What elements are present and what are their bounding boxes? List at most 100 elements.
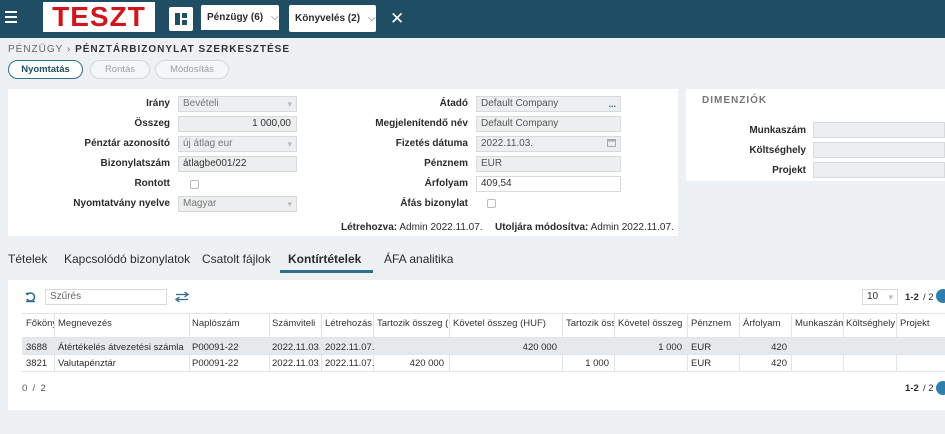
cell-penznem: EUR <box>691 358 712 369</box>
docnum-label: Bizonylatszám <box>100 158 170 169</box>
next-page-button-bottom[interactable] <box>936 381 945 395</box>
print-lang-label: Nyomtatvány nyelve <box>73 198 170 209</box>
breadcrumb-parent[interactable]: PÉNZÜGY <box>8 44 63 55</box>
direction-label: Irány <box>146 98 170 109</box>
col-koltseghely[interactable]: Költséghely <box>846 318 896 329</box>
next-page-button[interactable] <box>936 289 945 303</box>
modify-button[interactable]: Módosítás <box>155 60 229 79</box>
tab-afa[interactable]: ÁFA analitika <box>384 252 453 266</box>
modified-label: Utoljára módosítva: <box>495 222 589 233</box>
cashbox-value: új átlag eur <box>183 138 233 149</box>
voided-label: Rontott <box>134 178 170 189</box>
cell-tartozik-dev: 1 000 <box>585 358 609 369</box>
col-szamviteli[interactable]: Számviteli <box>272 318 320 329</box>
header-top-line <box>22 313 945 314</box>
print-button[interactable]: Nyomtatás <box>8 60 83 79</box>
calendar-icon[interactable] <box>607 137 616 151</box>
direction-select[interactable]: Bevételi ▾ <box>178 96 297 112</box>
tab-tetelek[interactable]: Tételek <box>8 252 47 266</box>
cell-naploszam: P00091-22 <box>192 358 239 369</box>
cell-szamviteli: 2022.11.03. 0 <box>272 358 320 369</box>
row-divider <box>22 354 945 355</box>
direction-value: Bevételi <box>183 98 219 109</box>
menu-icon[interactable] <box>5 11 17 23</box>
range-top: 1-2 <box>905 292 919 303</box>
page-size-select[interactable]: 10 ▾ <box>862 289 898 305</box>
cell-kovetel-huf: 420 000 <box>522 342 557 353</box>
dim-projekt-field[interactable] <box>813 162 945 178</box>
cashbox-select[interactable]: új átlag eur ▾ <box>178 136 297 152</box>
chevron-down-icon: ⌵ <box>271 12 279 23</box>
col-letrehozas[interactable]: Létrehozás <box>325 318 373 329</box>
chevron-down-icon: ▾ <box>888 292 893 302</box>
col-kovetel-dev[interactable]: Követel összeg <box>618 318 685 329</box>
row-divider <box>22 371 945 372</box>
cell-kovetel-dev: 1 000 <box>658 342 682 353</box>
chevron-down-icon: ▾ <box>287 139 292 149</box>
tab-kapcsolodo[interactable]: Kapcsolódó bizonylatok <box>64 252 190 266</box>
dashboard-button[interactable] <box>169 7 193 31</box>
docnum-field[interactable]: átlagbe001/22 <box>178 156 297 172</box>
dim-munkaszam-field[interactable] <box>813 122 945 138</box>
void-button[interactable]: Rontás <box>90 60 150 79</box>
print-lang-select[interactable]: Magyar ▾ <box>178 196 297 212</box>
breadcrumb-separator: › <box>66 44 72 55</box>
cell-fokonyv: 3688 <box>26 342 48 353</box>
close-icon[interactable]: ✕ <box>390 10 404 27</box>
modified-value: Admin 2022.11.07. <box>590 222 674 233</box>
tab-penzugy[interactable]: Pénzügy (6) ⌵ <box>201 5 279 32</box>
refresh-icon[interactable] <box>24 291 37 303</box>
col-tartozik-huf[interactable]: Tartozik összeg ( <box>377 318 449 329</box>
display-name-field[interactable]: Default Company <box>476 116 621 132</box>
more-icon[interactable]: ... <box>608 97 616 111</box>
pay-date-field[interactable]: 2022.11.03. <box>476 136 621 152</box>
transferor-value: Default Company <box>481 98 559 109</box>
cell-szamviteli: 2022.11.03. 0 <box>272 342 320 353</box>
col-tartozik-dev[interactable]: Tartozik öss <box>566 318 614 329</box>
display-name-label: Megjelenítendő név <box>375 118 468 129</box>
dim-koltseghely-field[interactable] <box>813 142 945 158</box>
tab-kontirtetelek[interactable]: Kontírtételek <box>288 252 361 266</box>
cashbox-label: Pénztár azonosító <box>84 138 170 149</box>
selection-count: 0 / 2 <box>22 383 46 394</box>
col-penznem[interactable]: Pénznem <box>691 318 739 329</box>
col-naploszam[interactable]: Naplószám <box>192 318 268 329</box>
logo: TESZT <box>43 2 155 32</box>
cell-letrehozas: 2022.11.07. <box>325 342 375 353</box>
currency-label: Pénznem <box>424 158 468 169</box>
cell-naploszam: P00091-22 <box>192 342 239 353</box>
cell-arfolyam: 420 <box>771 358 787 369</box>
page-title: PÉNZTÁRBIZONYLAT SZERKESZTÉSE <box>75 44 291 55</box>
swap-icon[interactable] <box>175 291 189 303</box>
range-bottom: 1-2 <box>905 383 919 394</box>
dashboard-icon <box>175 13 187 25</box>
tab-csatolt[interactable]: Csatolt fájlok <box>202 252 271 266</box>
active-tab-indicator <box>280 270 373 273</box>
transferor-field[interactable]: Default Company ... <box>476 96 621 112</box>
breadcrumb: PÉNZÜGY › PÉNZTÁRBIZONYLAT SZERKESZTÉSE <box>8 44 290 55</box>
dimensions-title: DIMENZIÓK <box>702 95 768 106</box>
vat-doc-checkbox[interactable] <box>487 199 496 208</box>
page-size-value: 10 <box>867 291 879 302</box>
filter-input[interactable]: Szűrés <box>45 289 167 305</box>
col-projekt[interactable]: Projekt <box>900 318 944 329</box>
col-munkaszam[interactable]: Munkaszám <box>795 318 843 329</box>
tab-konyveles[interactable]: Könyvelés (2) ⌵ <box>289 5 376 32</box>
dim-koltseghely-label: Költséghely <box>749 145 806 156</box>
rate-field[interactable]: 409,54 <box>476 176 621 192</box>
rate-label: Árfolyam <box>424 178 468 189</box>
col-fokonyv[interactable]: Főkönyv <box>26 318 54 329</box>
created-info: Létrehozva: Admin 2022.11.07. <box>341 222 483 233</box>
voided-checkbox[interactable] <box>190 180 199 189</box>
col-kovetel-huf[interactable]: Követel összeg (HUF) <box>453 318 561 329</box>
amount-field[interactable]: 1 000,00 <box>178 116 297 132</box>
dim-munkaszam-label: Munkaszám <box>749 125 806 136</box>
col-arfolyam[interactable]: Árfolyam <box>743 318 789 329</box>
created-value: Admin 2022.11.07. <box>399 222 483 233</box>
col-megnevezes[interactable]: Megnevezés <box>58 318 188 329</box>
chevron-down-icon: ▾ <box>287 199 292 209</box>
tab-penzugy-label: Pénzügy (6) <box>207 12 264 23</box>
currency-field[interactable]: EUR <box>476 156 621 172</box>
top-bar: TESZT Pénzügy (6) ⌵ Könyvelés (2) ⌵ ✕ <box>0 0 945 38</box>
cell-fokonyv: 3821 <box>26 358 48 369</box>
